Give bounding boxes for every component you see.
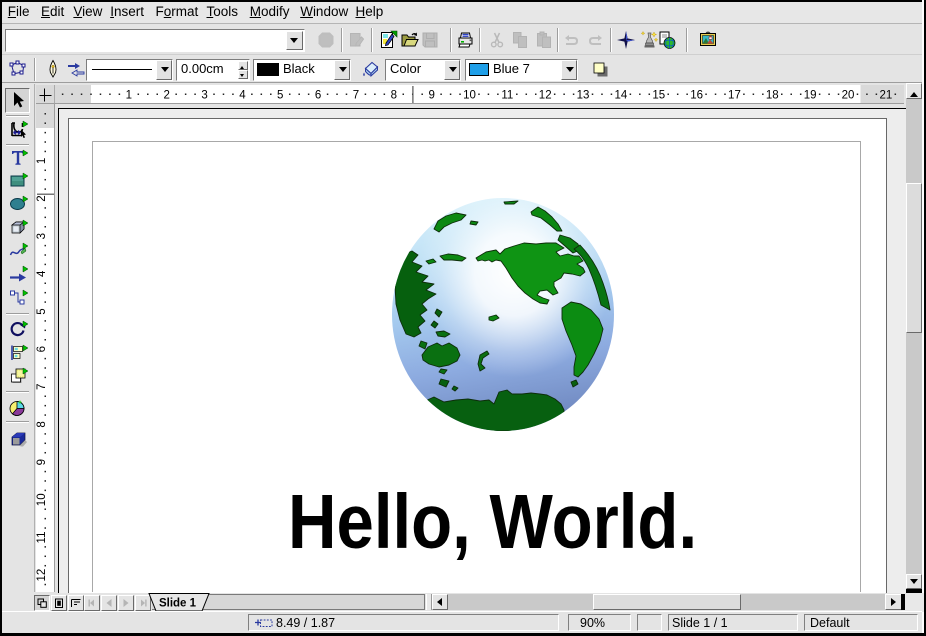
svg-text:14: 14 bbox=[615, 90, 628, 102]
svg-text:5: 5 bbox=[36, 308, 48, 314]
svg-text:6: 6 bbox=[315, 90, 321, 102]
svg-text:2: 2 bbox=[163, 90, 169, 102]
svg-text:9: 9 bbox=[36, 459, 48, 465]
svg-text:12: 12 bbox=[539, 90, 552, 102]
svg-text:4: 4 bbox=[239, 90, 246, 102]
svg-text:7: 7 bbox=[36, 384, 48, 390]
svg-text:20: 20 bbox=[842, 90, 855, 102]
svg-text:17: 17 bbox=[728, 90, 741, 102]
svg-text:11: 11 bbox=[36, 531, 48, 543]
svg-text:15: 15 bbox=[652, 90, 665, 102]
svg-text:7: 7 bbox=[353, 90, 359, 102]
svg-text:Slide 1: Slide 1 bbox=[159, 597, 197, 609]
svg-text:21: 21 bbox=[879, 90, 892, 102]
svg-text:5: 5 bbox=[277, 90, 283, 102]
svg-text:6: 6 bbox=[36, 346, 48, 352]
svg-text:11: 11 bbox=[501, 90, 513, 102]
svg-text:1: 1 bbox=[36, 158, 48, 164]
svg-text:16: 16 bbox=[690, 90, 703, 102]
svg-text:4: 4 bbox=[36, 270, 48, 277]
svg-text:1: 1 bbox=[126, 90, 132, 102]
svg-text:19: 19 bbox=[804, 90, 817, 102]
svg-text:10: 10 bbox=[36, 493, 48, 506]
svg-text:8: 8 bbox=[36, 421, 48, 427]
svg-text:10: 10 bbox=[463, 90, 476, 102]
svg-text:12: 12 bbox=[36, 569, 48, 582]
svg-text:9: 9 bbox=[428, 90, 434, 102]
svg-text:2: 2 bbox=[36, 195, 48, 201]
svg-text:3: 3 bbox=[201, 90, 207, 102]
svg-text:18: 18 bbox=[766, 90, 779, 102]
svg-text:8: 8 bbox=[391, 90, 397, 102]
svg-text:3: 3 bbox=[36, 233, 48, 239]
svg-text:13: 13 bbox=[577, 90, 590, 102]
